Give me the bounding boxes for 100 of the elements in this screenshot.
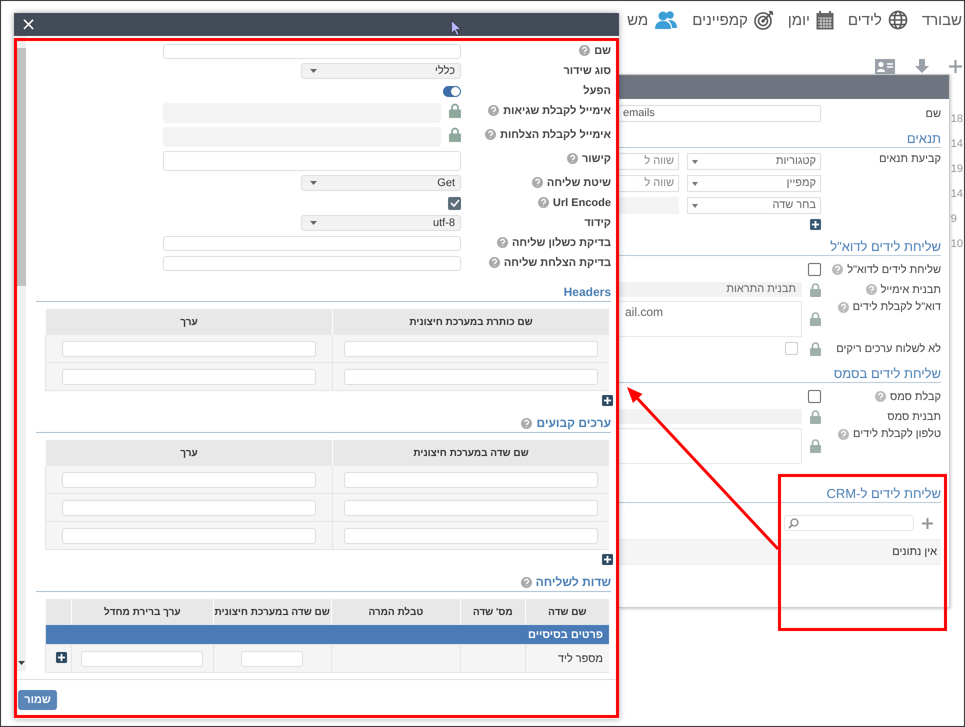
scrollbar-thumb[interactable]: [17, 48, 26, 286]
field-label: אימייל לקבלת הצלחות: [500, 129, 611, 141]
plus-icon[interactable]: [922, 518, 933, 528]
save-button[interactable]: שמור: [18, 690, 57, 710]
dropdown[interactable]: קטגוריות: [687, 153, 821, 170]
column-header: שם שדה במערכת חיצונית: [213, 599, 332, 625]
field-label: טלפון לקבלת לידים: [853, 428, 941, 440]
field-label: דוא"ל לקבלת לידים: [852, 301, 941, 313]
add-icon[interactable]: [602, 554, 613, 565]
nav-item[interactable]: יומן: [788, 10, 834, 30]
text-field[interactable]: [62, 368, 316, 384]
target-icon: [754, 10, 774, 30]
section-title: שליחת לידים ל-CRM: [619, 486, 941, 503]
caret-icon: [310, 181, 317, 185]
help-icon[interactable]: [838, 302, 849, 312]
lock-icon: [810, 312, 821, 326]
help-icon[interactable]: [497, 237, 508, 248]
help-icon[interactable]: [579, 45, 590, 56]
dropdown[interactable]: בחר שדה: [687, 197, 821, 214]
section-title: ערכים קבועים: [536, 416, 611, 430]
text-field[interactable]: [344, 500, 598, 516]
help-icon[interactable]: [488, 257, 500, 268]
row-number: 10: [950, 238, 963, 251]
field-label: אימייל לקבלת שגיאות: [503, 105, 611, 117]
text-field[interactable]: [62, 528, 316, 544]
search-field[interactable]: [784, 515, 914, 531]
text-field[interactable]: [62, 472, 316, 488]
help-icon[interactable]: [566, 153, 578, 164]
scroll-down-icon[interactable]: [18, 661, 25, 665]
dropdown[interactable]: קמפיין: [687, 175, 821, 192]
section-title: שליחת לידים בסמס: [619, 366, 941, 383]
checkbox[interactable]: [808, 390, 821, 403]
search-icon: [788, 518, 799, 528]
operator-field[interactable]: שווה ל: [619, 175, 679, 192]
text-field[interactable]: [62, 340, 316, 356]
row-number: 18: [950, 113, 963, 126]
row-number: 14: [950, 138, 963, 151]
contact-card-icon[interactable]: [875, 59, 895, 74]
nav-item[interactable]: מש: [627, 10, 678, 30]
field-label: בדיקת כשלון שליחה: [512, 237, 611, 249]
text-field[interactable]: [344, 472, 598, 488]
help-icon[interactable]: [875, 391, 886, 402]
name-field[interactable]: emails: [619, 105, 821, 122]
lock-icon: [810, 342, 821, 356]
text-field[interactable]: [163, 256, 461, 270]
download-icon[interactable]: [915, 59, 929, 74]
text-field[interactable]: [241, 650, 304, 666]
dropdown[interactable]: Get: [301, 175, 461, 191]
nav-item[interactable]: לידים: [848, 10, 908, 30]
url-field[interactable]: [163, 151, 461, 171]
dropdown[interactable]: utf-8: [301, 215, 461, 231]
caret-icon: [692, 204, 698, 208]
row-number: 14: [950, 188, 963, 201]
plus-icon[interactable]: [949, 60, 962, 73]
add-icon[interactable]: [56, 652, 68, 662]
help-icon[interactable]: [520, 576, 532, 588]
field-label: קביעת תנאים: [878, 153, 941, 165]
add-icon[interactable]: [602, 395, 613, 406]
scrollbar[interactable]: [17, 36, 26, 671]
help-icon[interactable]: [838, 428, 850, 440]
caret-icon: [692, 182, 698, 186]
text-field[interactable]: [344, 528, 598, 544]
help-icon[interactable]: [521, 418, 532, 428]
column-header: שם כותרת במערכת חיצונית: [332, 309, 609, 335]
checkbox[interactable]: [448, 196, 461, 210]
nav-item[interactable]: קמפיינים: [692, 10, 774, 30]
caret-icon: [310, 69, 317, 73]
table-cell: מספר ליד: [525, 644, 609, 672]
caret-icon: [692, 160, 698, 164]
text-field[interactable]: [163, 44, 461, 58]
operator-field[interactable]: שווה ל: [619, 153, 679, 170]
field-label: שליחת לידים לדוא"ל: [847, 264, 941, 276]
column-header: ערך: [46, 309, 332, 335]
help-icon[interactable]: [488, 105, 500, 116]
toggle-switch[interactable]: [443, 86, 461, 96]
help-icon[interactable]: [538, 197, 549, 208]
checkbox[interactable]: [808, 263, 821, 276]
add-icon[interactable]: [810, 219, 821, 230]
globe-icon: [888, 10, 908, 30]
help-icon[interactable]: [485, 129, 496, 140]
help-icon[interactable]: [832, 264, 844, 275]
section-title: Headers: [564, 285, 611, 299]
calendar-icon: [816, 10, 834, 30]
field-label: סוג שידור: [563, 65, 611, 77]
row-number: 9: [950, 213, 958, 226]
text-field[interactable]: [344, 340, 598, 356]
text-field[interactable]: [62, 500, 316, 516]
column-header: מס' שדה: [460, 599, 526, 625]
field-label: תבנית אימייל: [880, 284, 941, 296]
text-field[interactable]: [81, 650, 204, 666]
help-icon[interactable]: [532, 177, 543, 188]
lock-icon: [810, 410, 821, 424]
help-icon[interactable]: [866, 284, 877, 295]
column-header: שם שדה במערכת חיצונית: [332, 440, 609, 466]
text-field[interactable]: [344, 368, 598, 384]
nav-item[interactable]: שבורד: [922, 12, 962, 28]
section-title: שליחת לידים לדוא"ל: [619, 239, 941, 256]
close-button[interactable]: ×: [17, 16, 40, 34]
dropdown[interactable]: כללי: [301, 63, 461, 79]
text-field[interactable]: [163, 236, 461, 250]
